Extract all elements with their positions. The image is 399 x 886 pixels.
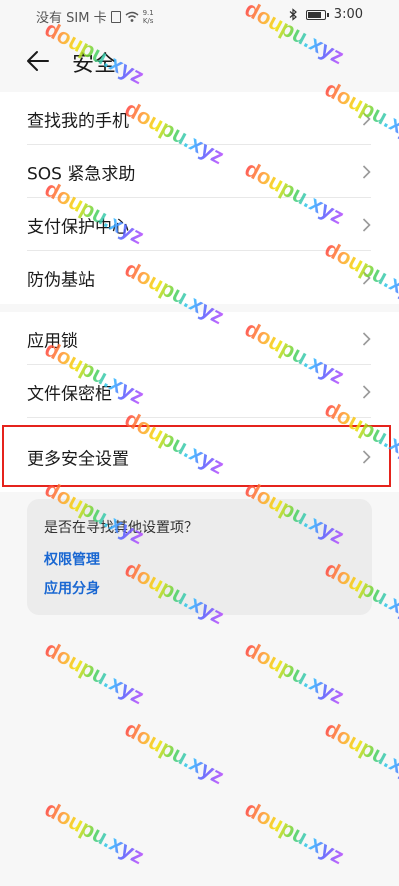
clock: 3:00 bbox=[333, 7, 363, 22]
app-lock-item[interactable]: 应用锁 bbox=[0, 312, 399, 365]
chevron-right-icon bbox=[362, 384, 371, 399]
watermark: doupu.xyz bbox=[240, 635, 349, 710]
chevron-right-icon bbox=[362, 270, 371, 285]
bluetooth-icon bbox=[289, 8, 297, 21]
suggestion-card: 是否在寻找其他设置项？ 权限管理 应用分身 bbox=[27, 499, 372, 615]
battery-level bbox=[307, 11, 321, 18]
speed-unit: K/s bbox=[142, 16, 154, 25]
watermark: doupu.xyz bbox=[40, 795, 149, 870]
permission-management-link[interactable]: 权限管理 bbox=[44, 549, 100, 569]
sos-emergency-item[interactable]: SOS 紧急求助 bbox=[0, 145, 399, 198]
sim-card-icon bbox=[110, 10, 121, 23]
watermark: doupu.xyz bbox=[240, 795, 349, 870]
chevron-right-icon bbox=[362, 331, 371, 346]
chevron-right-icon bbox=[362, 111, 371, 126]
item-label: 防伪基站 bbox=[27, 270, 95, 290]
status-left: 没有 SIM 卡 9.1 K/s bbox=[36, 7, 154, 27]
settings-group-1: 查找我的手机 SOS 紧急求助 支付保护中心 防伪基站 bbox=[0, 92, 399, 304]
suggestion-question: 是否在寻找其他设置项？ bbox=[44, 520, 198, 536]
watermark: doupu.xyz bbox=[320, 716, 399, 790]
item-label: 查找我的手机 bbox=[27, 111, 129, 131]
item-label: 应用锁 bbox=[27, 331, 78, 351]
highlight-annotation-box bbox=[2, 425, 391, 487]
speed-value: 9.1 bbox=[142, 8, 154, 17]
network-speed: 9.1 K/s bbox=[143, 9, 154, 25]
chevron-right-icon bbox=[362, 164, 371, 179]
status-bar: 没有 SIM 卡 9.1 K/s 3:00 bbox=[0, 0, 399, 30]
file-safe-item[interactable]: 文件保密柜 bbox=[0, 365, 399, 418]
item-label: 文件保密柜 bbox=[27, 384, 112, 404]
item-label: SOS 紧急求助 bbox=[27, 164, 136, 184]
chevron-right-icon bbox=[362, 217, 371, 232]
watermark: doupu.xyz bbox=[40, 635, 149, 710]
status-right: 3:00 bbox=[288, 7, 363, 22]
item-label: 支付保护中心 bbox=[27, 217, 129, 237]
fake-base-station-item[interactable]: 防伪基站 bbox=[0, 251, 399, 304]
divider bbox=[27, 417, 371, 418]
find-my-phone-item[interactable]: 查找我的手机 bbox=[0, 92, 399, 145]
watermark: doupu.xyz bbox=[120, 715, 229, 790]
wifi-icon bbox=[125, 11, 139, 22]
battery-icon bbox=[305, 9, 329, 20]
app-twin-link[interactable]: 应用分身 bbox=[44, 578, 100, 598]
back-arrow-icon[interactable] bbox=[26, 50, 50, 72]
payment-protection-item[interactable]: 支付保护中心 bbox=[0, 198, 399, 251]
app-header: 安全 bbox=[0, 30, 399, 92]
page-title: 安全 bbox=[72, 52, 117, 77]
carrier-text: 没有 SIM 卡 bbox=[36, 11, 107, 26]
